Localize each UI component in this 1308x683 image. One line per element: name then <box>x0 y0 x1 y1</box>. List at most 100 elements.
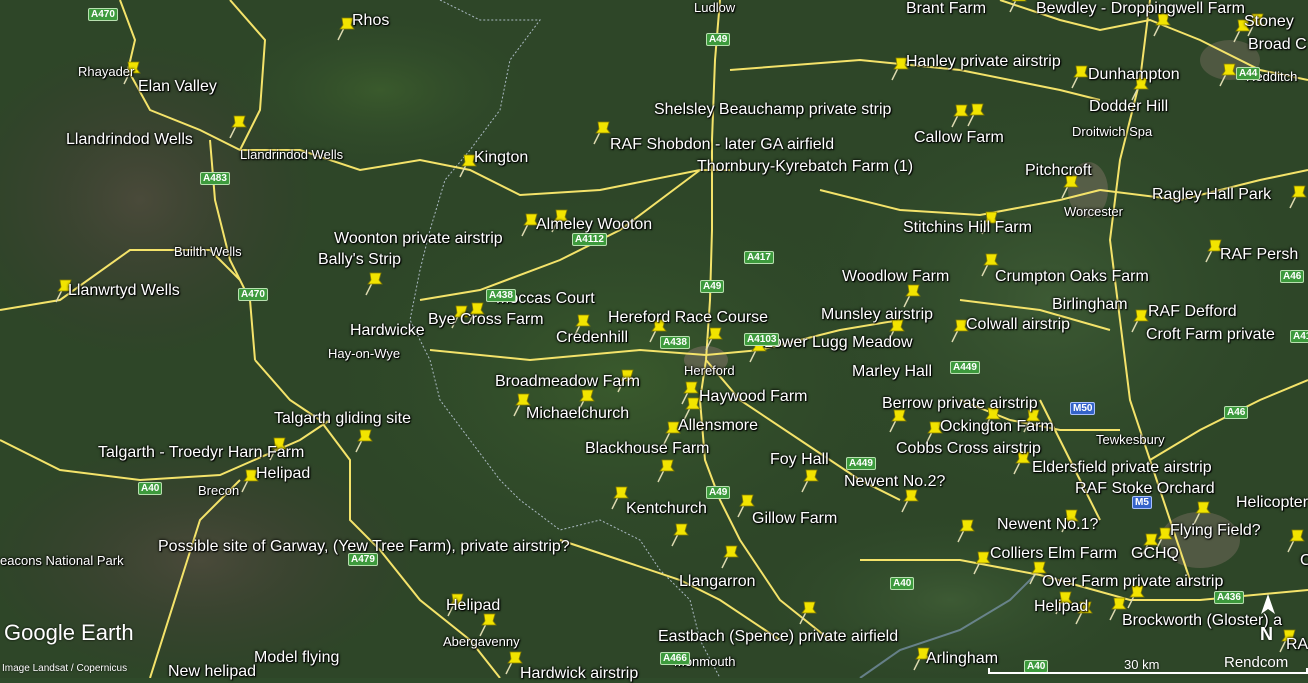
road-number-badge: A49 <box>706 486 731 499</box>
placemark-label[interactable]: Helipad <box>446 597 500 615</box>
placemark-label[interactable]: Gillow Farm <box>752 510 837 528</box>
placemark-label[interactable]: Abergavenny <box>443 634 520 649</box>
placemark-label[interactable]: Croft Farm private <box>1146 326 1275 344</box>
placemark-label[interactable]: Woonton private airstrip <box>334 230 503 248</box>
placemark-label[interactable]: Berrow private airstrip <box>882 395 1038 413</box>
placemark-label[interactable]: Foy Hall <box>770 451 829 469</box>
placemark-label[interactable]: Hay-on-Wye <box>328 346 400 361</box>
placemark-label[interactable]: eacons National Park <box>0 553 124 568</box>
placemark-label[interactable]: Credenhill <box>556 329 628 347</box>
placemark-label[interactable]: Hanley private airstrip <box>906 53 1061 71</box>
placemark-label[interactable]: Flying Field? <box>1170 522 1261 540</box>
placemark-label[interactable]: Eastbach (Spence) private airfield <box>658 628 898 646</box>
placemark-label[interactable]: Lower Lugg Meadow <box>764 334 913 352</box>
placemark-label[interactable]: Crumpton Oaks Farm <box>995 268 1149 286</box>
placemark-label[interactable]: Almeley Wooton <box>536 216 652 234</box>
placemark-label[interactable]: Stitchins Hill Farm <box>903 219 1032 237</box>
placemark-label[interactable]: Over Farm private airstrip <box>1042 573 1223 591</box>
placemark-label[interactable]: Ragley Hall Park <box>1152 186 1271 204</box>
placemark-label[interactable]: RAF Defford <box>1148 303 1237 321</box>
location-label-rendcomb: Rendcom <box>1224 654 1289 671</box>
placemark-label[interactable]: Talgarth gliding site <box>274 410 411 428</box>
placemark-label[interactable]: Hereford <box>684 363 735 378</box>
placemark-label[interactable]: Newent No.1? <box>997 516 1098 534</box>
placemark-label[interactable]: Tewkesbury <box>1096 432 1165 447</box>
road-number-badge: A49 <box>706 33 731 46</box>
placemark-label[interactable]: RAF Shobdon - later GA airfield <box>610 136 834 154</box>
road-number-badge: A4103 <box>744 333 780 346</box>
placemark-label[interactable]: Haywood Farm <box>699 388 807 406</box>
road-number-badge: A449 <box>950 361 980 374</box>
road-number-badge: A438 <box>660 336 690 349</box>
road-number-badge: A436 <box>1214 591 1244 604</box>
road-number-badge: A470 <box>88 8 118 21</box>
placemark-label[interactable]: Worcester <box>1064 204 1123 219</box>
road-number-badge: A46 <box>1224 406 1249 419</box>
placemark-label[interactable]: Pitchcroft <box>1025 162 1092 180</box>
placemark-label[interactable]: Talgarth - Troedyr Harn Farm <box>98 444 304 462</box>
placemark-label[interactable]: Elan Valley <box>138 78 217 96</box>
placemark-label[interactable]: Thornbury-Kyrebatch Farm (1) <box>697 158 913 176</box>
road-number-badge: A483 <box>200 172 230 185</box>
road-number-badge: M5 <box>1132 496 1152 509</box>
placemark-label[interactable]: Helipad <box>1034 598 1088 616</box>
placemark-label[interactable]: Broad C <box>1248 36 1307 54</box>
placemark-label[interactable]: Bewdley - Droppingwell Farm <box>1036 0 1245 18</box>
placemark-label[interactable]: Ludlow <box>694 0 735 15</box>
placemark-label[interactable]: Munsley airstrip <box>821 306 933 324</box>
placemark-label[interactable]: Llandrindod Wells <box>240 147 343 162</box>
placemark-label[interactable]: Stoney <box>1244 13 1294 31</box>
imagery-credit: Image Landsat / Copernicus <box>2 663 128 674</box>
placemark-label[interactable]: Eldersfield private airstrip <box>1032 459 1212 477</box>
placemark-label[interactable]: Rhayader <box>78 64 134 79</box>
placemark-label[interactable]: Blackhouse Farm <box>585 440 710 458</box>
placemark-label[interactable]: Allensmore <box>678 417 758 435</box>
placemark-label[interactable]: Arlingham <box>926 650 998 668</box>
road-number-badge: A479 <box>348 553 378 566</box>
placemark-label[interactable]: Marley Hall <box>852 363 932 381</box>
placemark-label[interactable]: Llandrindod Wells <box>66 131 193 149</box>
placemark-label[interactable]: Hardwick airstrip <box>520 665 638 683</box>
placemark-label[interactable]: Birlingham <box>1052 296 1128 314</box>
placemark-label[interactable]: Colwall airstrip <box>966 316 1070 334</box>
placemark-label[interactable]: Hardwicke <box>350 322 425 340</box>
placemark-label[interactable]: Hereford Race Course <box>608 309 768 327</box>
placemark-label[interactable]: Woodlow Farm <box>842 268 949 286</box>
placemark-label[interactable]: Helipad <box>256 465 310 483</box>
placemark-label[interactable]: GCHQ <box>1131 545 1179 563</box>
placemark-label[interactable]: Builth Wells <box>174 244 242 259</box>
placemark-label[interactable]: Llangarron <box>679 573 756 591</box>
placemark-label[interactable]: C <box>1300 552 1308 570</box>
placemark-label[interactable]: Model flying <box>254 649 339 667</box>
placemark-label[interactable]: Kington <box>474 149 528 167</box>
road-number-badge: A40 <box>138 482 163 495</box>
road-number-badge: A449 <box>846 457 876 470</box>
placemark-label[interactable]: Colliers Elm Farm <box>990 545 1117 563</box>
placemark-label[interactable]: Newent No.2? <box>844 473 945 491</box>
placemark-label[interactable]: Bally's Strip <box>318 251 401 269</box>
placemark-label[interactable]: Rhos <box>352 12 389 30</box>
placemark-label[interactable]: RAF Persh <box>1220 246 1298 264</box>
road-number-badge: M50 <box>1070 402 1096 415</box>
placemark-label[interactable]: Shelsley Beauchamp private strip <box>654 101 891 119</box>
road-number-badge: A417 <box>744 251 774 264</box>
north-letter: N <box>1260 624 1273 644</box>
placemark-label[interactable]: Llanwrtyd Wells <box>68 282 180 300</box>
placemark-label[interactable]: Droitwich Spa <box>1072 124 1152 139</box>
placemark-label[interactable]: Brant Farm <box>906 0 986 18</box>
placemark-label[interactable]: Kentchurch <box>626 500 707 518</box>
road-number-badge: A49 <box>700 280 725 293</box>
placemark-label[interactable]: Michaelchurch <box>526 405 629 423</box>
placemark-label[interactable]: Ockington Farm <box>940 418 1054 436</box>
placemark-label[interactable]: Helicopter la <box>1236 494 1308 512</box>
road-number-badge: A4110 <box>1290 330 1308 343</box>
placemark-label[interactable]: Dunhampton <box>1088 66 1180 84</box>
placemark-label[interactable]: Bye Cross Farm <box>428 311 544 329</box>
placemark-label[interactable]: Cobbs Cross airstrip <box>896 440 1041 458</box>
placemark-label[interactable]: New helipad <box>168 663 256 681</box>
placemark-label[interactable]: Callow Farm <box>914 129 1004 147</box>
placemark-label[interactable]: Brecon <box>198 483 239 498</box>
placemark-label[interactable]: Broadmeadow Farm <box>495 373 640 391</box>
placemark-label[interactable]: RA <box>1286 636 1308 654</box>
placemark-label[interactable]: Dodder Hill <box>1089 98 1168 116</box>
